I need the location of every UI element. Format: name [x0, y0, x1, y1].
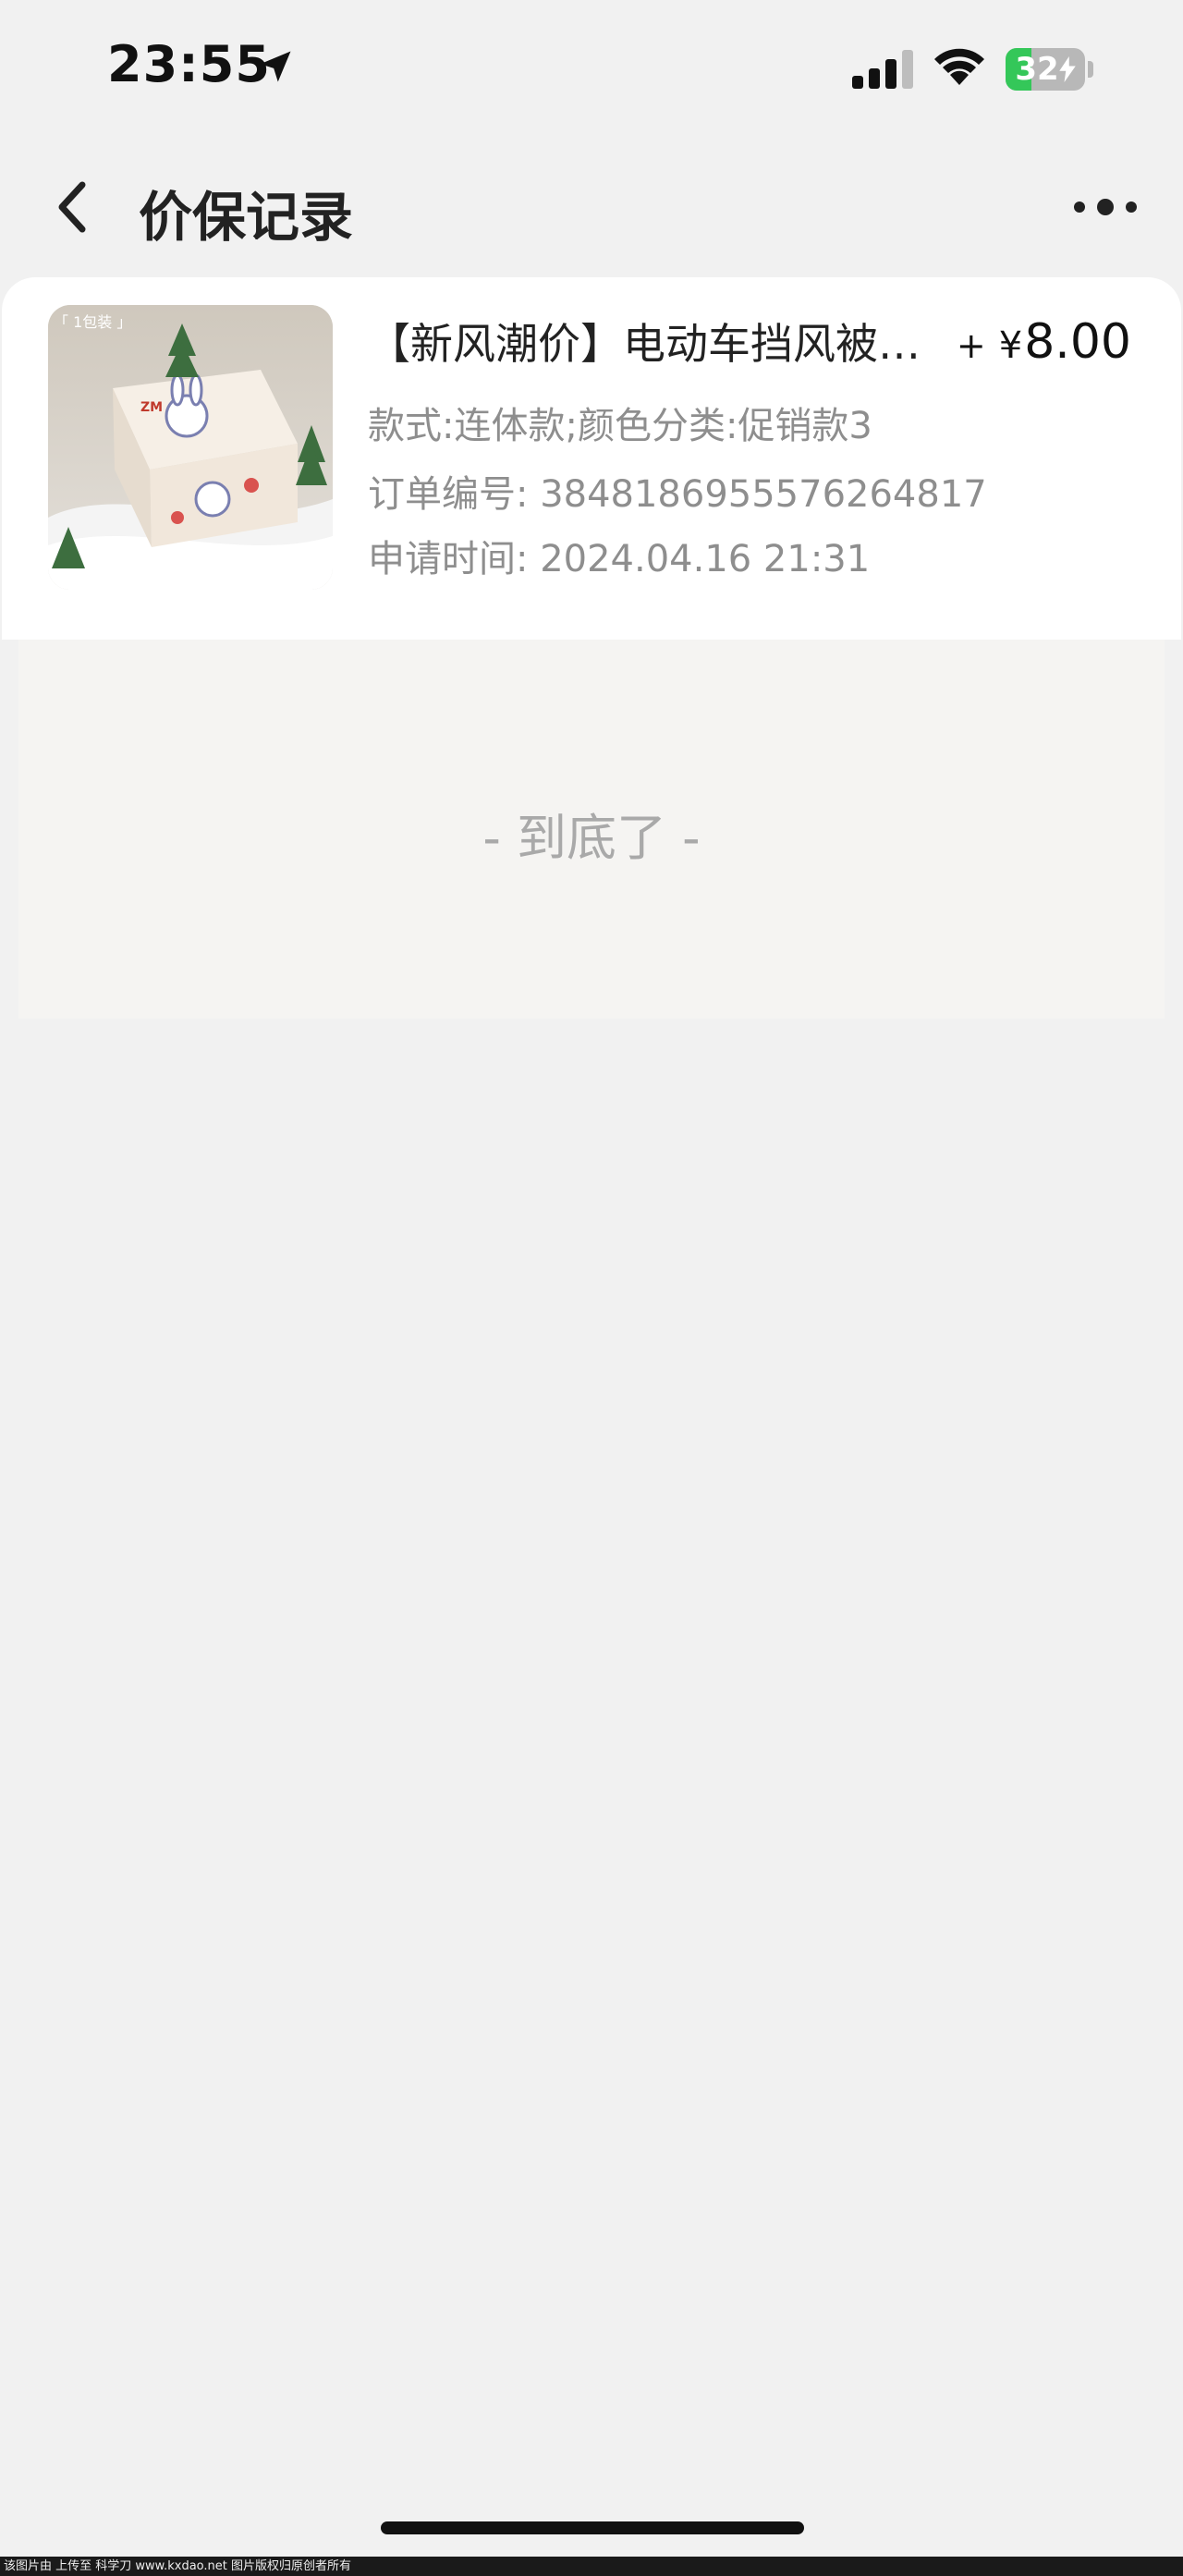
battery-cap: [1088, 61, 1093, 78]
thumb-tag: 「 1包装 」: [54, 313, 131, 331]
thumb-brand: ZM: [140, 400, 163, 415]
home-indicator[interactable]: [381, 2521, 804, 2534]
more-options-button[interactable]: [1068, 181, 1142, 233]
battery-indicator: 32: [1006, 48, 1085, 91]
location-arrow-icon: [260, 51, 291, 82]
product-thumbnail[interactable]: ZM 「 1包装 」: [48, 305, 333, 590]
chevron-left-icon: [58, 181, 86, 233]
charging-bolt-icon: [1058, 56, 1076, 82]
price-protection-record-card[interactable]: ZM 「 1包装 」 【新风潮价】电动车挡风被冬季加厚加绒防水 + ¥ 8.00…: [2, 277, 1181, 640]
product-title[interactable]: 【新风潮价】电动车挡风被冬季加厚加绒防水: [368, 311, 922, 372]
refund-amount: + ¥ 8.00: [957, 314, 1131, 370]
cellular-signal-icon: [852, 50, 913, 89]
footer-watermark: 该图片由 上传至 科学刀 www.kxdao.net 图片版权归原创者所有: [0, 2557, 1183, 2576]
order-number: 订单编号: 3848186955576264817: [368, 473, 987, 516]
product-spec: 款式:连体款;颜色分类:促销款3: [368, 405, 872, 447]
battery-level: 32: [1015, 51, 1059, 88]
list-end-text: - 到底了 -: [482, 809, 701, 867]
status-time: 23:55: [107, 35, 271, 93]
back-button[interactable]: [41, 170, 105, 244]
price-currency: ¥: [998, 324, 1023, 367]
more-dots-icon: [1074, 199, 1137, 215]
status-bar: 23:55 32: [0, 0, 1183, 139]
wifi-icon: [934, 48, 984, 85]
page-title: 价保记录: [139, 186, 354, 249]
price-value: 8.00: [1024, 314, 1131, 370]
apply-time: 申请时间: 2024.04.16 21:31: [368, 538, 871, 580]
product-image: ZM 「 1包装 」: [48, 305, 333, 590]
footer-text: 该图片由 上传至 科学刀 www.kxdao.net 图片版权归原创者所有: [4, 2559, 351, 2573]
price-sign: +: [956, 325, 986, 366]
list-end-area: - 到底了 -: [18, 640, 1165, 1019]
navigation-bar: 价保记录: [0, 157, 1183, 259]
